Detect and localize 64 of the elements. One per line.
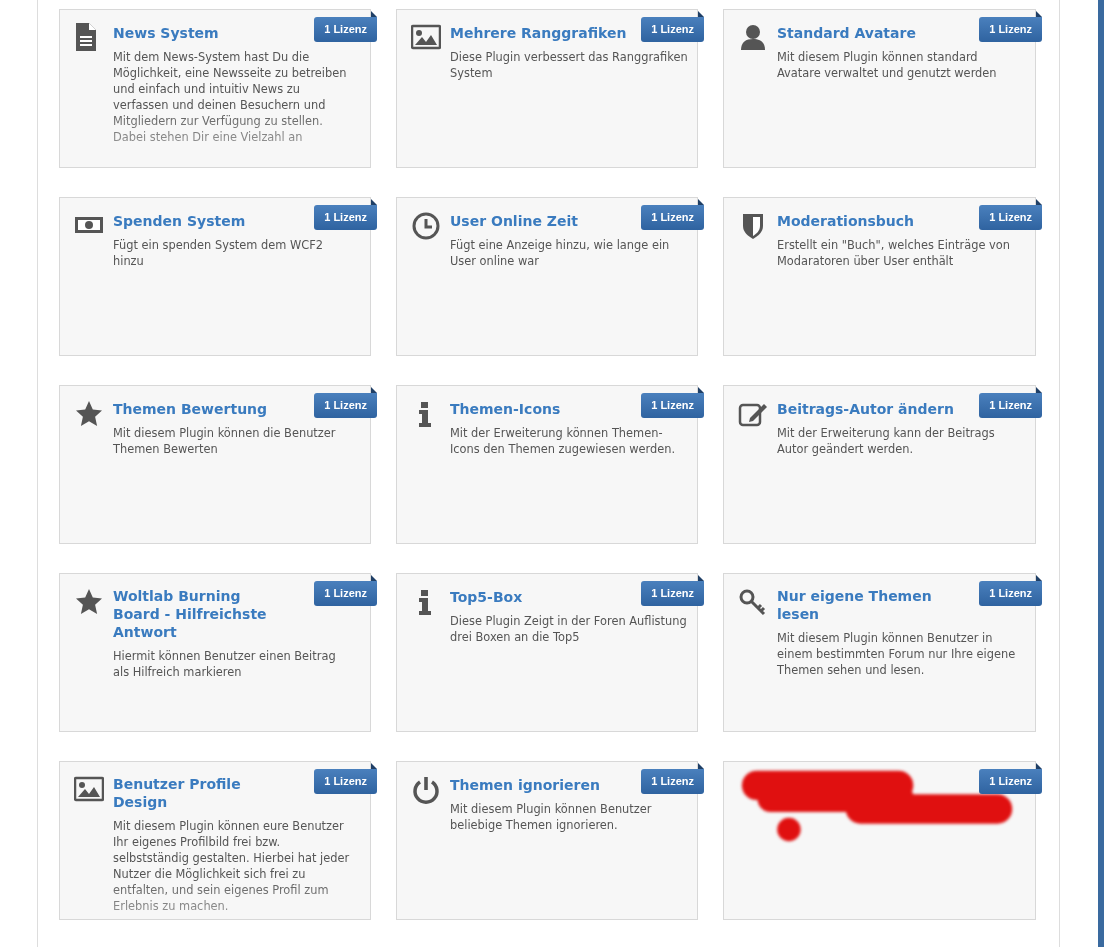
badge-fold [698, 387, 704, 393]
plugin-description: Mit diesem Plugin können Benutzer in einem bestimmten Forum nur Ihre eigene Themen sehen und lesen. [777, 630, 1017, 678]
license-badge: 1 Lizenz [641, 17, 704, 42]
plugin-title[interactable]: Moderationsbuch [777, 212, 915, 230]
plugin-description: Mit diesem Plugin können standard Avatare verwaltet und genutzt werden [777, 49, 998, 81]
license-badge: 1 Lizenz [314, 393, 377, 418]
plugin-title[interactable]: News System [113, 24, 219, 42]
plugin-description: Mit der Erweiterung kann der Beitrags Autor geändert werden. [777, 425, 996, 457]
plugin-description: Erstellt ein "Buch", welches Einträge von Modaratoren über User enthält [777, 237, 1011, 269]
badge-fold [1036, 763, 1042, 769]
plugin-title[interactable]: Spenden System [113, 212, 246, 230]
license-badge: 1 Lizenz [979, 17, 1042, 42]
plugin-description: Hiermit können Benutzer einen Beitrag als Hilfreich markieren [113, 648, 337, 680]
badge-fold [698, 199, 704, 205]
badge-fold [1036, 199, 1042, 205]
plugin-title[interactable]: Standard Avatare [777, 24, 916, 42]
key-icon [738, 587, 768, 617]
plugin-description: Mit der Erweiterung können Themen-Icons den Themen zugewiesen werden. [450, 425, 677, 457]
plugin-description: Fügt ein spenden System dem WCF2 hinzu [113, 237, 324, 269]
star-icon [74, 399, 104, 429]
plugin-description: Mit diesem Plugin können eure Benutzer Ihr eigenes Profilbild frei bzw. selbstständig gestalten. Hierbei hat jeder Nutzer die Möglichkeit sich frei zu entfalten, und sein eigenes Profil zum Erlebnis zu machen. [113, 818, 351, 914]
license-badge: 1 Lizenz [979, 393, 1042, 418]
plugin-title[interactable]: Themen ignorieren [450, 776, 600, 794]
license-badge: 1 Lizenz [979, 769, 1042, 794]
power-icon [411, 775, 441, 805]
plugin-title[interactable]: Themen-Icons [450, 400, 561, 418]
plugin-title[interactable]: User Online Zeit [450, 212, 578, 230]
license-badge: 1 Lizenz [314, 769, 377, 794]
license-badge: 1 Lizenz [641, 769, 704, 794]
plugin-title[interactable]: Top5-Box [450, 588, 523, 606]
license-badge: 1 Lizenz [314, 581, 377, 606]
user-icon [738, 23, 768, 53]
badge-fold [698, 575, 704, 581]
badge-fold [371, 575, 377, 581]
plugin-title[interactable]: Benutzer Profile Design [113, 775, 291, 811]
plugin-description: Diese Plugin verbessert das Ranggrafiken System [450, 49, 689, 81]
badge-fold [371, 387, 377, 393]
badge-fold [698, 763, 704, 769]
license-badge: 1 Lizenz [979, 205, 1042, 230]
plugin-description: Fügt eine Anzeige hinzu, wie lange ein User online war [450, 237, 671, 269]
clock-icon [411, 211, 441, 241]
badge-fold [698, 11, 704, 17]
license-badge: 1 Lizenz [641, 205, 704, 230]
license-badge: 1 Lizenz [314, 17, 377, 42]
plugin-title[interactable]: Nur eigene Themen lesen [777, 587, 955, 623]
star-icon [74, 587, 104, 617]
plugin-title[interactable]: Beitrags-Autor ändern [777, 400, 954, 418]
badge-fold [371, 11, 377, 17]
badge-fold [371, 763, 377, 769]
license-badge: 1 Lizenz [641, 393, 704, 418]
badge-fold [1036, 387, 1042, 393]
license-badge: 1 Lizenz [314, 205, 377, 230]
badge-fold [371, 199, 377, 205]
plugin-title[interactable]: Mehrere Ranggrafiken [450, 24, 627, 42]
plugin-title[interactable]: Woltlab Burning Board - Hilfreichste Antwort [113, 587, 291, 641]
license-badge: 1 Lizenz [641, 581, 704, 606]
plugin-description: Mit diesem Plugin können die Benutzer Themen Bewerten [113, 425, 337, 457]
plugin-title[interactable]: Themen Bewertung [113, 400, 268, 418]
plugin-description: Mit dem News-System hast Du die Möglichkeit, eine Newsseite zu betreiben und einfach und intuitiv News zu verfassen und deinen Besuchern und Mitgliedern zur Verfügung zu stellen. Dabei stehen Dir eine Vielzahl an [113, 49, 348, 145]
plugin-description: Diese Plugin Zeigt in der Foren Auflistung drei Boxen an die Top5 [450, 613, 688, 645]
license-badge: 1 Lizenz [979, 581, 1042, 606]
badge-fold [1036, 11, 1042, 17]
badge-fold [1036, 575, 1042, 581]
plugin-description: Mit diesem Plugin können Benutzer beliebige Themen ignorieren. [450, 801, 653, 833]
